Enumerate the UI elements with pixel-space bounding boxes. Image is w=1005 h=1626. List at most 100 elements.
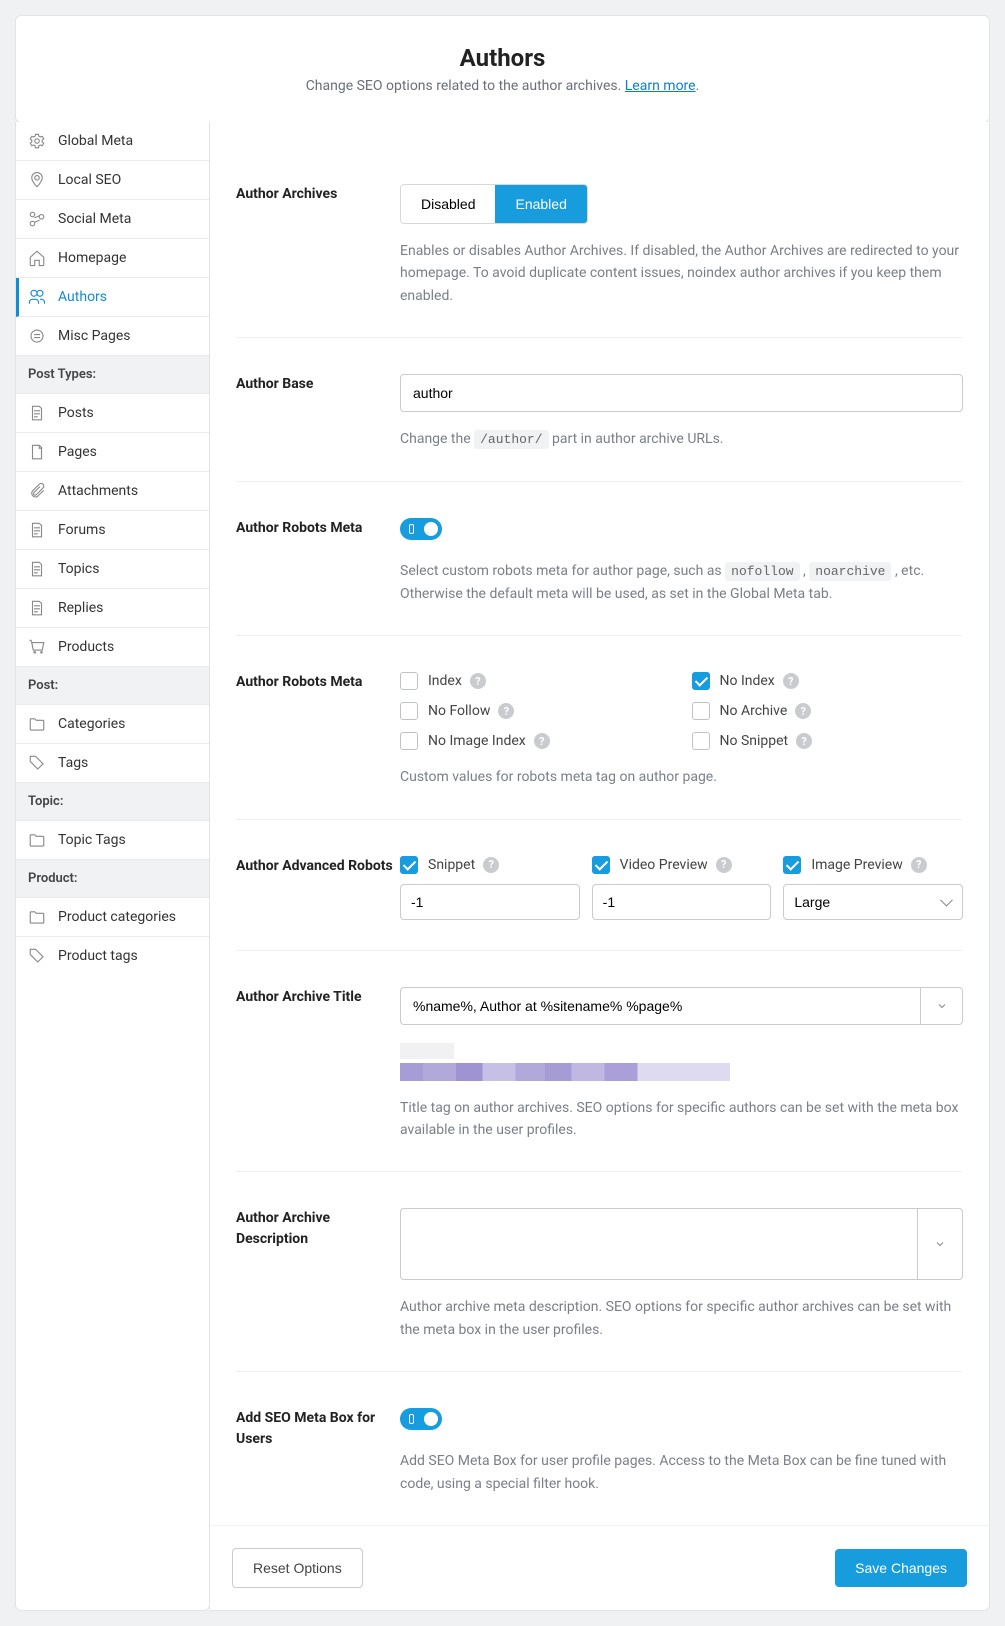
- sidebar-header: Post Types:: [16, 356, 209, 394]
- row-author-base: Author Base Change the /author/ part in …: [236, 338, 963, 482]
- robots-checkbox-grid: Index? No Index? No Follow? No Archive? No I…: [400, 672, 963, 750]
- sidebar-item-label: Homepage: [58, 250, 126, 266]
- sidebar-item-product-cats[interactable]: Product categories: [16, 898, 209, 937]
- checkbox-no-image-index[interactable]: No Image Index?: [400, 732, 672, 750]
- help-icon[interactable]: ?: [796, 733, 812, 749]
- robots-toggle-desc: Select custom robots meta for author pag…: [400, 560, 963, 605]
- checkbox-no-archive[interactable]: No Archive?: [692, 702, 964, 720]
- sidebar-item-homepage[interactable]: Homepage: [16, 239, 209, 278]
- form-footer: Reset Options Save Changes: [210, 1525, 989, 1610]
- users-icon: [28, 288, 46, 306]
- help-icon[interactable]: ?: [470, 673, 486, 689]
- seo-metabox-toggle[interactable]: [400, 1408, 442, 1430]
- robots-meta-desc: Custom values for robots meta tag on aut…: [400, 766, 963, 788]
- archives-disabled-button[interactable]: Disabled: [401, 185, 495, 223]
- reset-button[interactable]: Reset Options: [232, 1548, 363, 1588]
- archive-desc-help: Author archive meta description. SEO opt…: [400, 1296, 963, 1341]
- sidebar-item-posts[interactable]: Posts: [16, 394, 209, 433]
- sidebar-item-label: Topic Tags: [58, 832, 126, 848]
- home-icon: [28, 249, 46, 267]
- sidebar-item-label: Categories: [58, 716, 125, 732]
- row-seo-metabox: Add SEO Meta Box for Users Add SEO Meta …: [236, 1372, 963, 1525]
- share-icon: [28, 210, 46, 228]
- checkbox-no-follow[interactable]: No Follow?: [400, 702, 672, 720]
- sidebar-item-label: Topics: [58, 561, 99, 577]
- sidebar-item-replies[interactable]: Replies: [16, 589, 209, 628]
- label-robots-meta: Author Robots Meta: [236, 672, 400, 788]
- label-adv-robots: Author Advanced Robots: [236, 856, 400, 920]
- snippet-checkbox[interactable]: Snippet?: [400, 856, 580, 874]
- folder-icon: [28, 715, 46, 733]
- row-author-archives: Author Archives Disabled Enabled Enables…: [236, 138, 963, 338]
- cart-icon: [28, 638, 46, 656]
- help-icon[interactable]: ?: [483, 857, 499, 873]
- sidebar-item-forums[interactable]: Forums: [16, 511, 209, 550]
- doc-icon: [28, 560, 46, 578]
- sidebar-item-global-meta[interactable]: Global Meta: [16, 122, 209, 161]
- video-preview-checkbox[interactable]: Video Preview?: [592, 856, 772, 874]
- sidebar-item-label: Product categories: [58, 909, 176, 925]
- page-subtitle: Change SEO options related to the author…: [40, 78, 965, 94]
- sidebar-item-label: Pages: [58, 444, 97, 460]
- save-button[interactable]: Save Changes: [835, 1549, 967, 1587]
- checkbox-no-snippet[interactable]: No Snippet?: [692, 732, 964, 750]
- author-base-input[interactable]: [400, 374, 963, 412]
- learn-more-link[interactable]: Learn more: [625, 78, 696, 94]
- sidebar-header: Topic:: [16, 783, 209, 821]
- main-content: Author Archives Disabled Enabled Enables…: [210, 122, 990, 1611]
- checkbox-no-index[interactable]: No Index?: [692, 672, 964, 690]
- help-icon[interactable]: ?: [911, 857, 927, 873]
- sidebar-item-label: Replies: [58, 600, 103, 616]
- row-robots-toggle: Author Robots Meta Select custom robots …: [236, 482, 963, 636]
- archive-title-desc: Title tag on author archives. SEO option…: [400, 1097, 963, 1142]
- row-robots-meta: Author Robots Meta Index? No Index? No Fol…: [236, 636, 963, 819]
- sidebar-item-label: Local SEO: [58, 172, 121, 188]
- sidebar-item-tags[interactable]: Tags: [16, 744, 209, 783]
- title-variable-dropdown[interactable]: [920, 987, 963, 1025]
- video-preview-input[interactable]: [592, 884, 772, 920]
- clip-icon: [28, 482, 46, 500]
- help-icon[interactable]: ?: [534, 733, 550, 749]
- help-icon[interactable]: ?: [783, 673, 799, 689]
- sidebar-item-authors[interactable]: Authors: [16, 278, 209, 317]
- sidebar-item-label: Global Meta: [58, 133, 133, 149]
- tag-icon: [28, 754, 46, 772]
- snippet-input[interactable]: [400, 884, 580, 920]
- sidebar-item-categories[interactable]: Categories: [16, 705, 209, 744]
- base-code: /author/: [474, 430, 548, 449]
- sidebar-item-topics[interactable]: Topics: [16, 550, 209, 589]
- sidebar-item-social-meta[interactable]: Social Meta: [16, 200, 209, 239]
- help-icon[interactable]: ?: [498, 703, 514, 719]
- doc-icon: [28, 404, 46, 422]
- sidebar-item-local-seo[interactable]: Local SEO: [16, 161, 209, 200]
- page-header: Authors Change SEO options related to th…: [15, 15, 990, 123]
- checkbox-index[interactable]: Index?: [400, 672, 672, 690]
- page-title: Authors: [40, 44, 965, 72]
- archives-toggle-group: Disabled Enabled: [400, 184, 588, 224]
- sidebar-item-products[interactable]: Products: [16, 628, 209, 667]
- sidebar-item-misc-pages[interactable]: Misc Pages: [16, 317, 209, 356]
- help-icon[interactable]: ?: [795, 703, 811, 719]
- sidebar-item-topic-tags[interactable]: Topic Tags: [16, 821, 209, 860]
- image-preview-checkbox[interactable]: Image Preview?: [783, 856, 963, 874]
- sidebar-item-attachments[interactable]: Attachments: [16, 472, 209, 511]
- robots-meta-toggle[interactable]: [400, 518, 442, 540]
- label-archive-desc: Author Archive Description: [236, 1208, 400, 1341]
- seo-metabox-desc: Add SEO Meta Box for user profile pages.…: [400, 1450, 963, 1495]
- archives-enabled-button[interactable]: Enabled: [495, 185, 586, 223]
- doc-icon: [28, 599, 46, 617]
- help-icon[interactable]: ?: [716, 857, 732, 873]
- row-archive-title: Author Archive Title Title tag on author…: [236, 951, 963, 1173]
- label-robots-toggle: Author Robots Meta: [236, 518, 400, 605]
- sidebar-item-label: Attachments: [58, 483, 138, 499]
- image-preview-select[interactable]: Large: [783, 884, 963, 920]
- base-desc: Change the /author/ part in author archi…: [400, 428, 963, 451]
- sidebar-item-product-tags[interactable]: Product tags: [16, 937, 209, 975]
- archive-title-input[interactable]: [400, 987, 920, 1025]
- sidebar-header: Post:: [16, 667, 209, 705]
- desc-variable-dropdown[interactable]: [917, 1208, 963, 1280]
- page-icon: [28, 443, 46, 461]
- sidebar-item-pages[interactable]: Pages: [16, 433, 209, 472]
- archive-desc-textarea[interactable]: [400, 1208, 917, 1280]
- doc-icon: [28, 521, 46, 539]
